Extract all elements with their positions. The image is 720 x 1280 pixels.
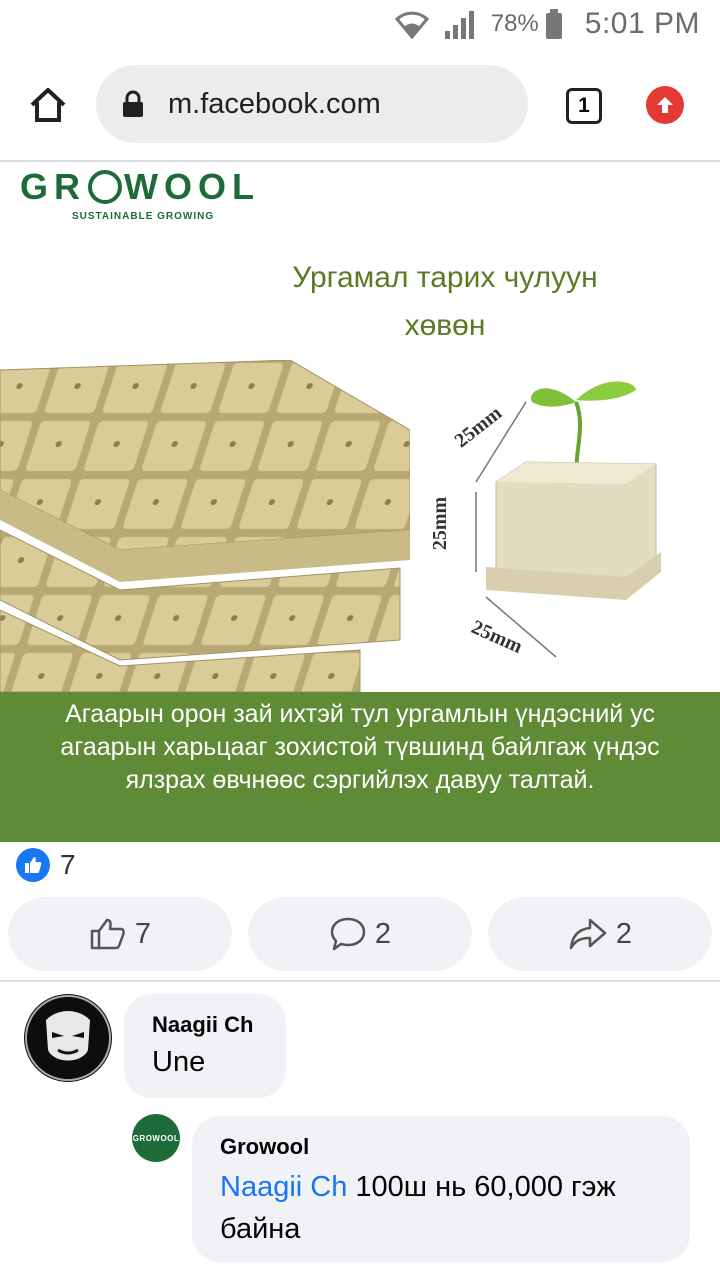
wifi-icon — [394, 9, 429, 39]
reply-bubble[interactable]: Growool Naagii Ch 100ш нь 60,000 гэж бай… — [192, 1116, 690, 1262]
avatar-label: GROWOOL — [132, 1133, 180, 1143]
url-text: m.facebook.com — [168, 87, 381, 120]
tab-switcher-button[interactable]: 1 — [566, 88, 602, 124]
comment-bubble[interactable]: Naagii Ch Une — [124, 994, 286, 1098]
status-bar: 78% 5:01 PM — [0, 0, 720, 48]
signal-icon — [443, 9, 477, 39]
rockwool-stack-illustration — [0, 360, 410, 692]
logo-text-left: GR — [20, 166, 86, 207]
home-icon — [30, 88, 66, 122]
reply-text: Naagii Ch 100ш нь 60,000 гэж байна — [220, 1166, 666, 1250]
reply-avatar[interactable]: GROWOOL — [132, 1114, 180, 1162]
comment-button[interactable]: 2 — [248, 897, 472, 971]
browser-toolbar: m.facebook.com 1 — [0, 56, 720, 156]
like-badge-icon — [16, 848, 50, 882]
comment-count: 2 — [374, 917, 392, 950]
comment-author[interactable]: Naagii Ch — [152, 1012, 286, 1038]
battery-percent: 78% — [490, 10, 539, 37]
share-count: 2 — [615, 917, 633, 950]
headline-line-2: хөвөн — [404, 309, 486, 342]
battery-icon — [545, 9, 562, 39]
logo-ring-icon — [88, 170, 122, 204]
reaction-summary[interactable]: 7 — [16, 848, 76, 882]
lock-icon — [123, 90, 143, 117]
reaction-count: 7 — [60, 849, 76, 880]
upload-button[interactable] — [646, 86, 684, 124]
image-headline: Ургамал тарих чулуун хөвөн — [250, 254, 640, 350]
reply-author[interactable]: Growool — [220, 1134, 666, 1160]
comment-text: Une — [152, 1046, 206, 1078]
upload-icon — [657, 97, 673, 113]
clock: 5:01 PM — [584, 7, 700, 40]
tab-count: 1 — [578, 94, 590, 117]
mention-link[interactable]: Naagii Ch — [220, 1171, 347, 1203]
actions-divider — [0, 980, 720, 982]
like-count: 7 — [134, 917, 152, 950]
like-icon — [90, 918, 125, 950]
share-button[interactable]: 2 — [488, 897, 712, 971]
growool-logo: GR WOOL — [20, 166, 260, 208]
avatar[interactable] — [24, 994, 112, 1082]
post-image[interactable]: GR WOOL SUSTAINABLE GROWING Ургамал тарих… — [0, 162, 720, 842]
dimension-label-side: 25mm — [429, 496, 452, 551]
logo-text-right: WOOL — [124, 166, 260, 207]
home-button[interactable] — [26, 83, 70, 127]
mask-avatar-icon — [25, 995, 111, 1081]
logo-tagline: SUSTAINABLE GROWING — [72, 211, 215, 222]
headline-line-1: Ургамал тарих чулуун — [292, 261, 598, 294]
url-bar[interactable]: m.facebook.com — [96, 65, 528, 143]
comment-icon — [330, 917, 366, 951]
like-button[interactable]: 7 — [8, 897, 232, 971]
image-caption: Агаарын орон зай ихтэй тул ургамлын үндэ… — [0, 692, 720, 842]
battery-status: 78% — [491, 9, 563, 39]
share-icon — [569, 918, 607, 950]
